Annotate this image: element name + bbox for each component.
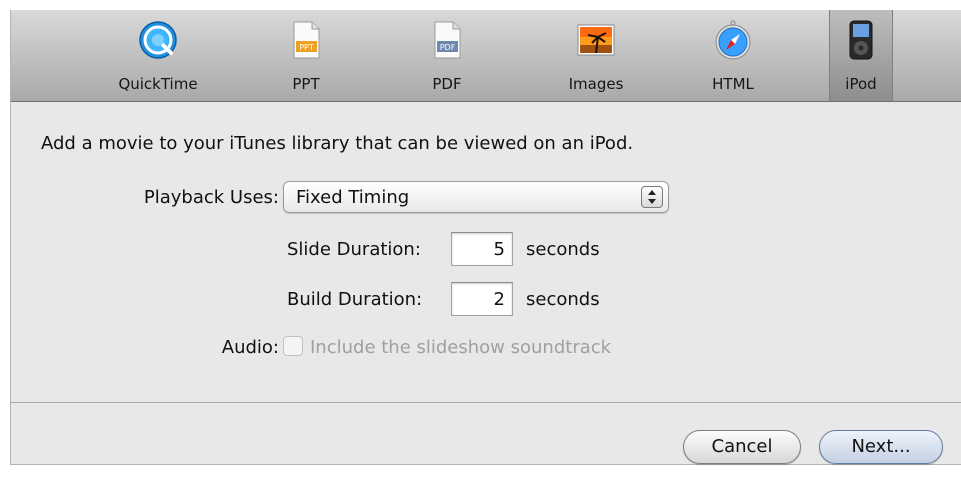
tab-label: PDF — [432, 75, 462, 93]
beach-photo-icon — [576, 20, 616, 60]
tab-label: QuickTime — [118, 75, 198, 93]
pdf-document-icon: PDF — [427, 20, 467, 60]
tab-html[interactable]: HTML — [678, 10, 788, 101]
export-dialog: QuickTime PPT PPT PDF PDF Images HTML iP… — [10, 10, 961, 465]
build-duration-field[interactable]: 2 — [451, 282, 513, 316]
export-format-toolbar: QuickTime PPT PPT PDF PDF Images HTML iP… — [11, 10, 961, 102]
slide-duration-label: Slide Duration: — [287, 239, 421, 260]
tab-images[interactable]: Images — [541, 10, 651, 101]
ipod-icon — [841, 20, 881, 60]
build-duration-unit: seconds — [526, 289, 600, 310]
tab-quicktime[interactable]: QuickTime — [103, 10, 213, 101]
audio-label: Audio: — [221, 337, 279, 358]
quicktime-icon — [138, 20, 178, 60]
tab-ipod[interactable]: iPod — [829, 10, 893, 101]
slide-duration-field[interactable]: 5 — [451, 232, 513, 266]
build-duration-label: Build Duration: — [287, 289, 423, 310]
updown-arrows-icon — [641, 186, 663, 208]
soundtrack-checkbox-label[interactable]: Include the slideshow soundtrack — [310, 337, 611, 358]
soundtrack-checkbox[interactable] — [283, 336, 303, 356]
playback-selected-value: Fixed Timing — [296, 187, 410, 208]
safari-compass-icon — [713, 20, 753, 60]
tab-label: PPT — [292, 75, 320, 93]
cancel-button[interactable]: Cancel — [683, 430, 801, 464]
description-text: Add a movie to your iTunes library that … — [41, 133, 634, 154]
tab-ppt[interactable]: PPT PPT — [251, 10, 361, 101]
tab-label: iPod — [845, 75, 877, 93]
slide-duration-unit: seconds — [526, 239, 600, 260]
tab-pdf[interactable]: PDF PDF — [392, 10, 502, 101]
playback-uses-popup[interactable]: Fixed Timing — [283, 181, 669, 213]
ppt-document-icon: PPT — [286, 20, 326, 60]
tab-label: HTML — [712, 75, 754, 93]
svg-text:PPT: PPT — [299, 43, 314, 52]
playback-label: Playback Uses: — [143, 187, 279, 208]
footer-divider — [11, 402, 961, 403]
next-button[interactable]: Next... — [819, 430, 943, 464]
tab-label: Images — [568, 75, 624, 93]
svg-text:PDF: PDF — [440, 43, 456, 52]
